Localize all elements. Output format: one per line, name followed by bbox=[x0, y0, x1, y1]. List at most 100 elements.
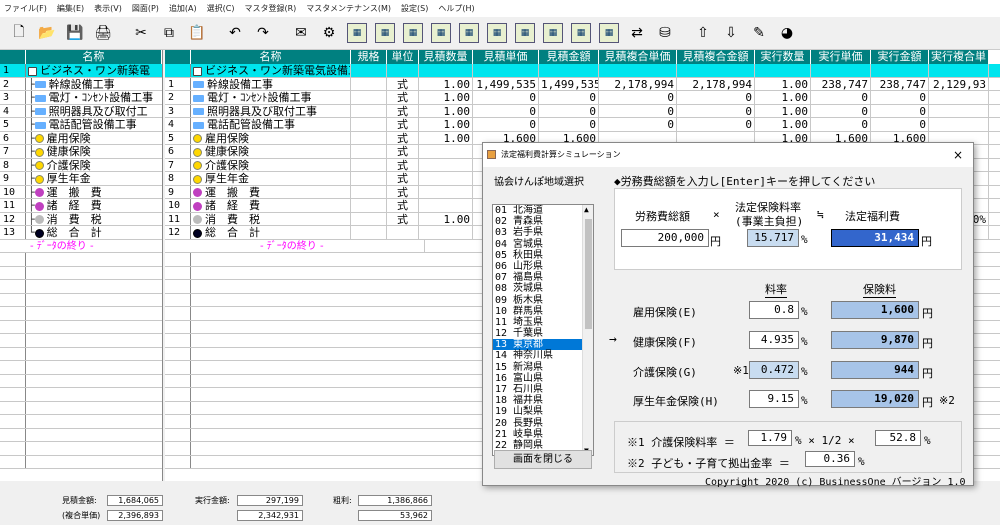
cut-icon[interactable]: ✂ bbox=[128, 20, 154, 46]
table-cell[interactable] bbox=[351, 77, 387, 90]
grid4-icon[interactable]: ▦ bbox=[428, 20, 454, 46]
arrow-up-icon[interactable]: ⇧ bbox=[690, 20, 716, 46]
paste-icon[interactable]: 📋 bbox=[184, 20, 210, 46]
column-header[interactable]: 実行数量 bbox=[755, 50, 811, 64]
note1-ratio-input[interactable]: 52.8 bbox=[875, 430, 921, 446]
tree-row[interactable]: 13 └ 総 合 計 bbox=[0, 226, 162, 240]
tree-panel[interactable]: 名称 1 ビジネス・ワン新築電 2 ├ 幹線設備工事 3 ├ 電灯・ｺﾝｾﾝﾄ設備工事 4 ├ 照明… bbox=[0, 50, 163, 481]
note2-rate-input[interactable]: 0.36 bbox=[805, 451, 855, 467]
name-cell[interactable]: 消 費 税 bbox=[191, 212, 351, 225]
grid3-icon[interactable]: ▦ bbox=[400, 20, 426, 46]
tree-item[interactable]: ├ 雇用保険 bbox=[26, 132, 162, 145]
grid5-icon[interactable]: ▦ bbox=[456, 20, 482, 46]
table-cell[interactable]: 0 bbox=[871, 118, 929, 131]
table-cell[interactable] bbox=[599, 64, 677, 77]
table-cell[interactable] bbox=[387, 64, 419, 77]
menu-item[interactable]: マスタ登録(R) bbox=[244, 3, 296, 14]
table-cell[interactable]: 0 bbox=[811, 91, 871, 104]
tree-name-header[interactable]: 名称 bbox=[25, 50, 162, 64]
table-cell[interactable]: 1.00 bbox=[419, 104, 473, 117]
table-cell[interactable] bbox=[351, 172, 387, 185]
tree-row[interactable]: 9 ├ 厚生年金 bbox=[0, 172, 162, 186]
table-cell[interactable]: 1.00 bbox=[419, 77, 473, 90]
column-header[interactable]: 見積単価 bbox=[473, 50, 539, 64]
menu-item[interactable]: 編集(E) bbox=[57, 3, 84, 14]
table-cell[interactable]: 式 bbox=[387, 131, 419, 144]
name-cell[interactable]: 運 搬 費 bbox=[191, 185, 351, 198]
copy-icon[interactable]: ⧉ bbox=[156, 20, 182, 46]
table-cell[interactable]: 式 bbox=[387, 158, 419, 171]
prefecture-item[interactable]: 06 山形県 bbox=[493, 261, 593, 272]
name-cell[interactable]: 照明器具及び取付工事 bbox=[191, 104, 351, 117]
table-cell[interactable]: 式 bbox=[387, 185, 419, 198]
table-cell[interactable] bbox=[929, 91, 989, 104]
rate-input[interactable]: 0.8 bbox=[749, 301, 799, 319]
table-cell[interactable]: 0 bbox=[677, 104, 755, 117]
grid8-icon[interactable]: ▦ bbox=[540, 20, 566, 46]
table-cell[interactable] bbox=[351, 199, 387, 212]
prefecture-item[interactable]: 15 新潟県 bbox=[493, 362, 593, 373]
tool-icon[interactable]: ⚙ bbox=[316, 20, 342, 46]
table-row[interactable]: ビジネス・ワン新築電気設備工事 bbox=[165, 64, 1000, 78]
table-cell[interactable]: 1.00 bbox=[755, 104, 811, 117]
name-cell[interactable]: 諸 経 費 bbox=[191, 199, 351, 212]
prefecture-item[interactable]: 13 東京都 bbox=[493, 339, 593, 351]
table-cell[interactable]: 式 bbox=[387, 145, 419, 158]
prefecture-item[interactable]: 12 千葉県 bbox=[493, 328, 593, 339]
tree-row[interactable]: 2 ├ 幹線設備工事 bbox=[0, 77, 162, 91]
tree-row[interactable]: 4 ├ 照明器具及び取付工 bbox=[0, 104, 162, 118]
table-cell[interactable]: 238,747 bbox=[811, 77, 871, 90]
table-cell[interactable] bbox=[811, 64, 871, 77]
prefecture-item[interactable]: 14 神奈川県 bbox=[493, 350, 593, 361]
tree-item[interactable]: ├ 電灯・ｺﾝｾﾝﾄ設備工事 bbox=[26, 91, 162, 104]
table-cell[interactable]: 0 bbox=[599, 91, 677, 104]
tree-item[interactable]: ├ 幹線設備工事 bbox=[26, 78, 162, 91]
prefecture-item[interactable]: 03 岩手県 bbox=[493, 227, 593, 238]
table-cell[interactable] bbox=[351, 64, 387, 77]
table-cell[interactable] bbox=[419, 172, 473, 185]
grid6-icon[interactable]: ▦ bbox=[484, 20, 510, 46]
table-cell[interactable] bbox=[419, 226, 473, 239]
table-cell[interactable]: 238,747 bbox=[871, 77, 929, 90]
tree-item[interactable]: ├ 健康保険 bbox=[26, 145, 162, 158]
tree-item[interactable]: └ 総 合 計 bbox=[26, 226, 162, 239]
tree-row[interactable]: 10 ├ 運 搬 費 bbox=[0, 185, 162, 199]
table-cell[interactable] bbox=[473, 64, 539, 77]
name-cell[interactable]: 健康保険 bbox=[191, 145, 351, 158]
table-cell[interactable] bbox=[871, 64, 929, 77]
menu-item[interactable]: ファイル(F) bbox=[4, 3, 47, 14]
grid2-icon[interactable]: ▦ bbox=[372, 20, 398, 46]
table-cell[interactable]: 1.00 bbox=[755, 77, 811, 90]
table-cell[interactable]: 1.00 bbox=[419, 118, 473, 131]
table-cell[interactable]: 式 bbox=[387, 118, 419, 131]
table-cell[interactable]: 0 bbox=[871, 104, 929, 117]
redo-icon[interactable]: ↷ bbox=[250, 20, 276, 46]
column-header[interactable]: 名称 bbox=[191, 50, 351, 64]
table-cell[interactable]: 0 bbox=[473, 104, 539, 117]
table-row[interactable]: 3 照明器具及び取付工事式 1.00 0 0 0 0 1.00 0 0 bbox=[165, 104, 1000, 118]
palette-icon[interactable]: ◕ bbox=[774, 20, 800, 46]
prefecture-item[interactable]: 20 長野県 bbox=[493, 418, 593, 429]
column-header[interactable]: 規格 bbox=[351, 50, 387, 64]
column-header[interactable]: 見積複合単価 bbox=[599, 50, 677, 64]
table-cell[interactable]: 0 bbox=[677, 118, 755, 131]
labor-total-input[interactable]: 200,000 bbox=[621, 229, 709, 247]
table-cell[interactable]: 式 bbox=[387, 77, 419, 90]
table-cell[interactable] bbox=[419, 185, 473, 198]
tree-row[interactable]: 11 ├ 諸 経 費 bbox=[0, 199, 162, 213]
table-cell[interactable]: 1,499,535 bbox=[473, 77, 539, 90]
close-icon[interactable]: × bbox=[953, 143, 963, 167]
table-cell[interactable] bbox=[929, 64, 989, 77]
table-cell[interactable]: 1,499,535 bbox=[539, 77, 599, 90]
table-cell[interactable]: 0 bbox=[871, 91, 929, 104]
table-cell[interactable]: 1.00 bbox=[755, 91, 811, 104]
prefecture-item[interactable]: 18 福井県 bbox=[493, 395, 593, 406]
table-cell[interactable]: 0 bbox=[677, 91, 755, 104]
rate-input[interactable]: 0.472 bbox=[749, 361, 799, 379]
scroll-up-icon[interactable]: ▲ bbox=[584, 205, 589, 214]
table-cell[interactable]: 0 bbox=[539, 104, 599, 117]
column-header[interactable]: 単位 bbox=[387, 50, 419, 64]
menu-item[interactable]: ヘルプ(H) bbox=[438, 3, 474, 14]
new-icon[interactable]: 🗋 bbox=[6, 20, 32, 46]
close-screen-button[interactable]: 画面を閉じる bbox=[494, 450, 592, 469]
